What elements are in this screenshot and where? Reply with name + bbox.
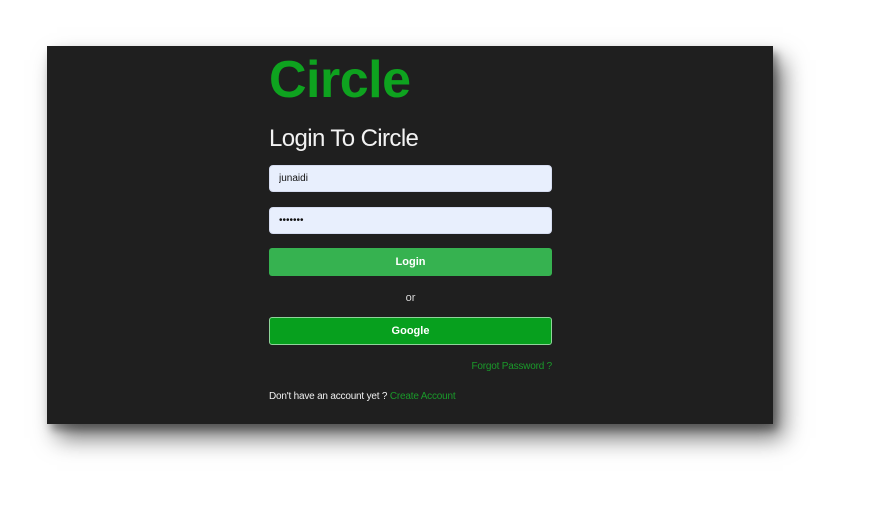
page-title: Login To Circle	[269, 125, 419, 152]
create-account-link[interactable]: Create Account	[390, 391, 456, 402]
login-panel: Circle Login To Circle Login or Google F…	[269, 46, 552, 424]
signup-prompt: Don't have an account yet ?	[269, 391, 388, 402]
password-input[interactable]	[269, 207, 552, 234]
login-button[interactable]: Login	[269, 248, 552, 276]
screenshot-stage: Circle Login To Circle Login or Google F…	[0, 0, 869, 520]
app-window: Circle Login To Circle Login or Google F…	[47, 46, 773, 424]
brand-logo: Circle	[269, 51, 411, 109]
signup-row: Don't have an account yet ? Create Accou…	[269, 391, 456, 402]
google-signin-button[interactable]: Google	[269, 317, 552, 345]
or-divider: or	[405, 292, 416, 304]
forgot-password-link[interactable]: Forgot Password ?	[471, 361, 552, 372]
username-input[interactable]	[269, 165, 552, 192]
